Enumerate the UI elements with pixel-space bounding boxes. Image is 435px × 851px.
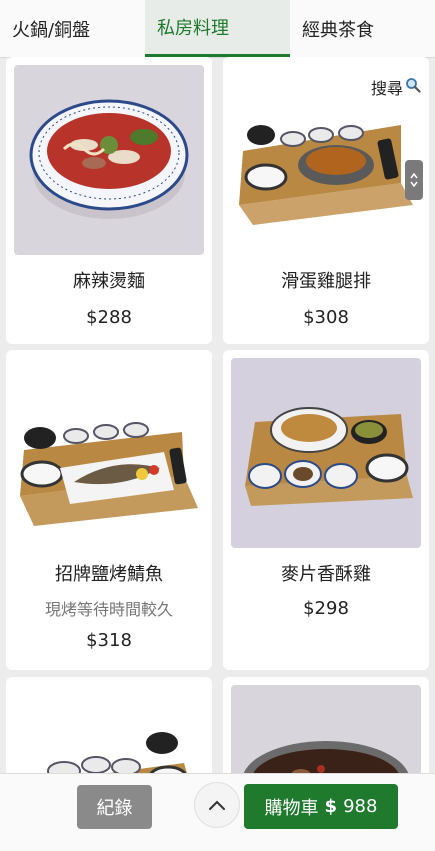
dish-price: $308 bbox=[303, 307, 349, 328]
scroll-to-top-button[interactable] bbox=[194, 782, 240, 828]
dish-name: 滑蛋雞腿排 bbox=[281, 271, 371, 292]
cart-total: 988 bbox=[343, 796, 378, 817]
dish-price: $298 bbox=[303, 598, 349, 619]
dish-photo bbox=[14, 358, 204, 548]
search-button[interactable]: 搜尋 bbox=[371, 75, 421, 99]
menu-item-card[interactable] bbox=[223, 677, 429, 773]
cart-button[interactable]: 購物車 $ 988 bbox=[244, 784, 398, 829]
dollar-icon: $ bbox=[324, 796, 338, 817]
dish-name: 麻辣燙麵 bbox=[73, 271, 145, 292]
cart-label: 購物車 bbox=[264, 797, 319, 819]
dish-photo bbox=[14, 65, 204, 255]
menu-item-card[interactable] bbox=[6, 677, 212, 773]
menu-item-card[interactable]: 麥片香酥雞 $298 bbox=[223, 350, 429, 670]
menu-grid: 麻辣燙麵 $288 滑蛋雞腿排 $308 搜尋 招牌鹽烤鯖魚 現烤等待時間較久 … bbox=[0, 57, 435, 773]
dish-name: 麥片香酥雞 bbox=[281, 564, 371, 585]
dish-photo bbox=[231, 685, 421, 773]
dish-photo bbox=[231, 358, 421, 548]
dish-note: 現烤等待時間較久 bbox=[44, 600, 173, 619]
bottom-bar: 紀錄 購物車 $ 988 bbox=[0, 773, 435, 851]
chevron-up-icon bbox=[208, 796, 226, 815]
scroll-handle[interactable] bbox=[405, 160, 423, 200]
category-tabs: 火鍋/銅盤 私房料理 經典茶食 bbox=[0, 0, 435, 58]
dish-photo bbox=[14, 685, 204, 773]
tab-hotpot[interactable]: 火鍋/銅盤 bbox=[0, 0, 145, 57]
magnifier-icon bbox=[405, 77, 421, 97]
menu-item-card[interactable]: 招牌鹽烤鯖魚 現烤等待時間較久 $318 bbox=[6, 350, 212, 670]
record-button[interactable]: 紀錄 bbox=[77, 785, 152, 829]
dish-price: $318 bbox=[86, 630, 132, 651]
menu-item-card[interactable]: 滑蛋雞腿排 $308 bbox=[223, 57, 429, 344]
dish-name: 招牌鹽烤鯖魚 bbox=[55, 564, 163, 585]
search-label: 搜尋 bbox=[370, 79, 403, 98]
menu-item-card[interactable]: 麻辣燙麵 $288 bbox=[6, 57, 212, 344]
tab-classic-tea-food[interactable]: 經典茶食 bbox=[290, 0, 435, 57]
dish-price: $288 bbox=[86, 307, 132, 328]
tab-private-dishes[interactable]: 私房料理 bbox=[145, 0, 290, 57]
